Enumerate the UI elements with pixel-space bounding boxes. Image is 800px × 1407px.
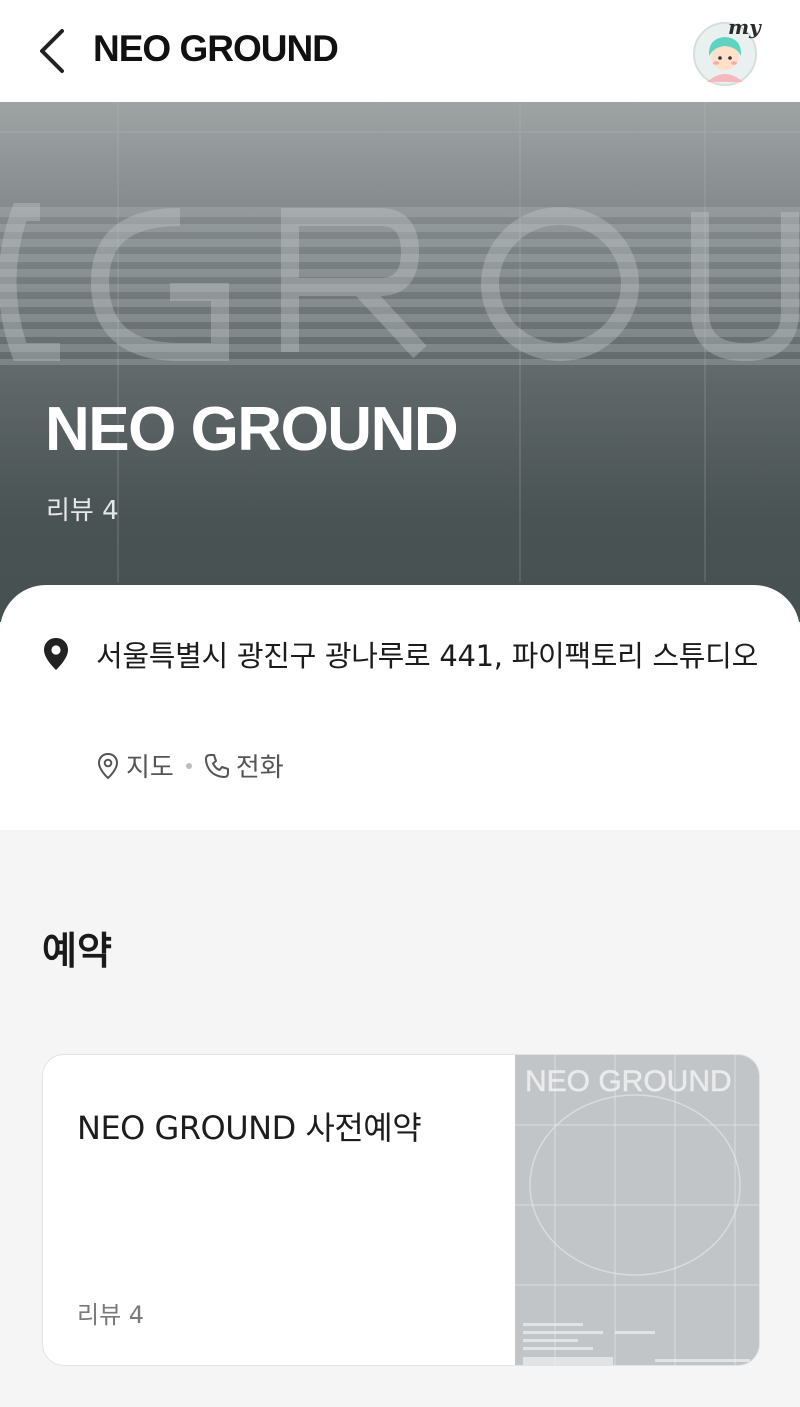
map-link-label: 지도 <box>126 753 174 783</box>
separator-dot <box>185 762 192 769</box>
address-text: 서울특별시 광진구 광나루로 441, 파이팩토리 스튜디오 <box>96 639 758 673</box>
reservation-thumbnail-graphic: NEO GROUND <box>515 1055 759 1365</box>
hero-review-count[interactable]: 리뷰 4 <box>46 490 119 527</box>
phone-link[interactable]: 전화 <box>204 747 284 784</box>
phone-link-label: 전화 <box>235 753 284 783</box>
info-actions: 지도 전화 <box>96 747 284 784</box>
map-pin-outline-icon <box>97 752 119 779</box>
back-button[interactable] <box>30 26 74 76</box>
thumbnail-title-text: NEO GROUND <box>525 1065 732 1098</box>
reservation-card-review-count: 리뷰 4 <box>77 1301 145 1329</box>
location-pin-icon <box>44 638 68 670</box>
hero-background-graphic <box>0 102 800 582</box>
reservation-section-title: 예약 <box>42 929 112 973</box>
hero-banner: NEO GROUND 리뷰 4 <box>0 102 800 622</box>
my-profile-button[interactable]: my <box>690 15 764 90</box>
reservation-card[interactable]: NEO GROUND 사전예약 리뷰 4 NEO GROUND <box>42 1054 760 1366</box>
reservation-card-title: NEO GROUND 사전예약 <box>77 1109 422 1147</box>
avatar-badge-text: my <box>728 16 762 39</box>
page-title: NEO GROUND <box>93 28 339 69</box>
chevron-left-icon <box>40 29 64 73</box>
reservation-thumbnail: NEO GROUND <box>515 1055 759 1365</box>
phone-icon <box>204 753 229 778</box>
place-info-card: 서울특별시 광진구 광나루로 441, 파이팩토리 스튜디오 지도 전화 <box>0 585 800 830</box>
profile-avatar-icon: my <box>693 15 762 86</box>
app-bar: NEO GROUND my <box>0 0 800 102</box>
map-link[interactable]: 지도 <box>96 747 174 784</box>
hero-title: NEO GROUND <box>45 395 459 464</box>
